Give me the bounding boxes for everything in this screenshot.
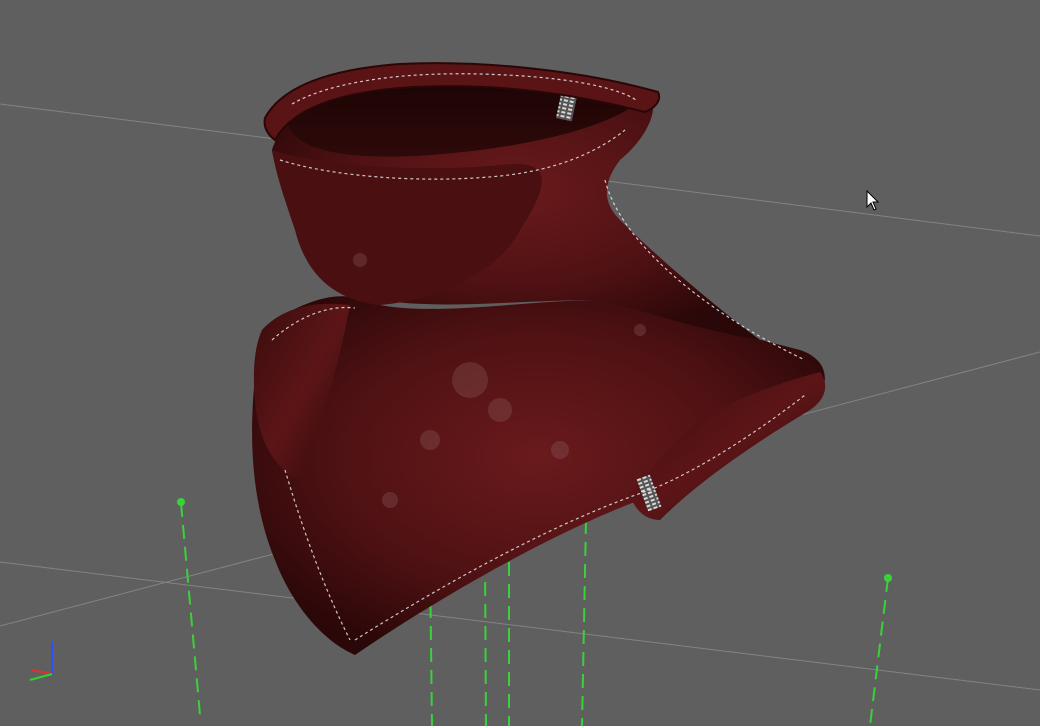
axis-gizmo-icon: [29, 642, 53, 681]
scene-canvas[interactable]: [0, 0, 1040, 726]
leather-neck-corset-model[interactable]: [252, 62, 826, 655]
helper-point-left[interactable]: [177, 498, 185, 506]
mouse-pointer-icon: [866, 190, 880, 211]
3d-viewport[interactable]: [0, 0, 1040, 726]
helper-point-right[interactable]: [884, 574, 892, 582]
